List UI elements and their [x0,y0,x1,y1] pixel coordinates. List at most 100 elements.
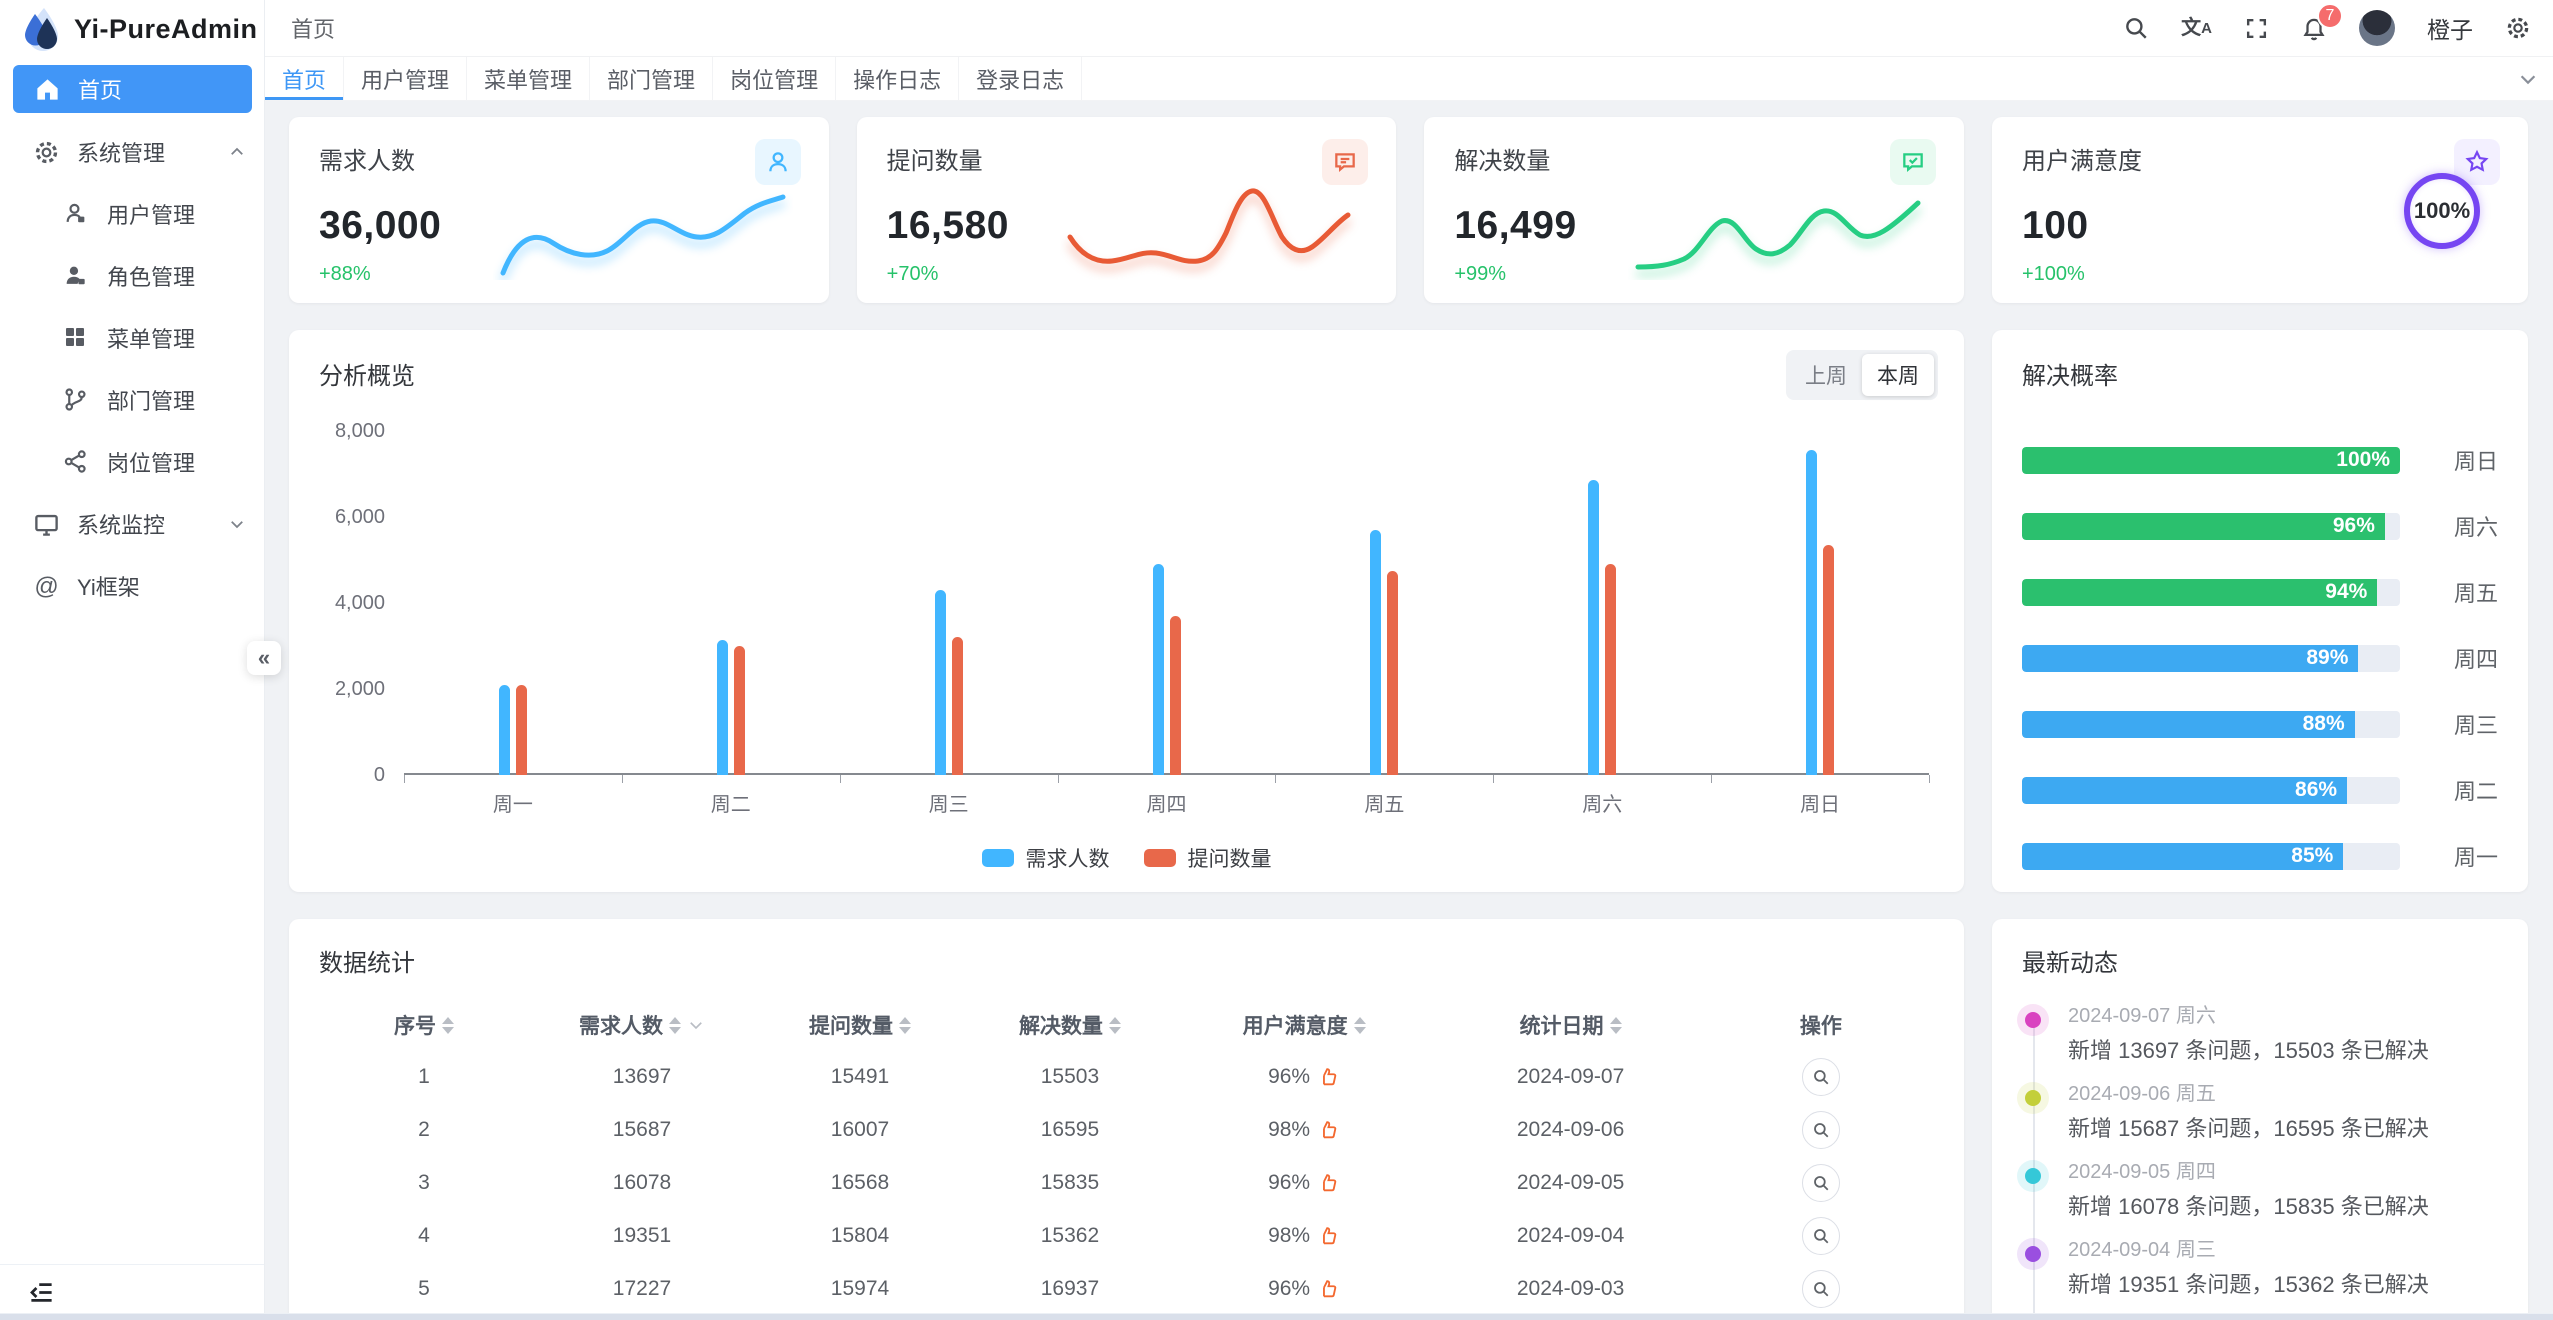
bar-提问数量[interactable] [1170,616,1181,775]
sidebar-item-menu-management[interactable]: 菜单管理 [0,307,264,369]
table-header-row: 序号 需求人数 提问数量 解决数量 用户满意度 统计日期 操作 [319,1000,1934,1050]
table-cell: 17227 [529,1277,755,1301]
sidebar-item-system-management[interactable]: 系统管理 [0,121,264,183]
last-week-button[interactable]: 上周 [1790,354,1862,396]
tab-operation-log[interactable]: 操作日志 [836,57,959,100]
view-detail-button[interactable] [1802,1058,1840,1096]
progress-percent-label: 85% [2291,844,2343,868]
latest-activity-card: 最新动态 2024-09-07 周六 新增 13697 条问题，15503 条已… [1992,919,2528,1320]
sort-icon[interactable] [1354,1017,1366,1034]
sort-icon[interactable] [1610,1017,1622,1034]
bar-提问数量[interactable] [952,637,963,775]
sidebar-collapse-button[interactable]: « [247,641,281,675]
sidebar-item-post-management[interactable]: 岗位管理 [0,431,264,493]
tab-user-management[interactable]: 用户管理 [344,57,467,100]
magnifier-icon [1812,1280,1830,1298]
bar-提问数量[interactable] [516,685,527,775]
avatar[interactable] [2359,10,2395,46]
sidebar-item-user-management[interactable]: 用户管理 [0,183,264,245]
view-detail-button[interactable] [1802,1164,1840,1202]
progress-day-label: 周四 [2426,642,2498,674]
y-axis-tick-label: 6,000 [319,506,385,529]
translate-icon[interactable]: 文A [2181,18,2212,38]
cell-value: 15687 [613,1118,671,1142]
table-cell: 2024-09-05 [1433,1171,1708,1195]
progress-percent-label: 100% [2336,448,2400,472]
logo[interactable]: Yi-PureAdmin [0,0,264,58]
sidebar-item-label: Yi框架 [77,570,140,602]
sidebar-item-department-management[interactable]: 部门管理 [0,369,264,431]
legend-swatch [982,849,1014,867]
table-title: 数据统计 [319,943,1934,978]
sidebar-item-yi-framework[interactable]: @ Yi框架 [0,555,264,617]
x-axis-category-label: 周五 [1340,788,1428,817]
table-cell-operation [1708,1164,1934,1202]
bar-需求人数[interactable] [717,640,728,775]
tab-home[interactable]: 首页 [265,57,344,100]
chevron-down-icon [228,515,246,533]
stat-cards-row: 需求人数 36,000 +88% 提问数量 [289,117,1964,303]
table-cell: 15804 [755,1224,965,1248]
table-cell: 16568 [755,1171,965,1195]
bar-提问数量[interactable] [1605,564,1616,775]
sort-icon[interactable] [1109,1017,1121,1034]
home-icon [34,76,61,103]
bar-需求人数[interactable] [1588,480,1599,775]
horizontal-scrollbar[interactable] [0,1313,2553,1320]
legend-item[interactable]: 提问数量 [1144,843,1272,873]
view-detail-button[interactable] [1802,1217,1840,1255]
sidebar-item-role-management[interactable]: 角色管理 [0,245,264,307]
sort-icon[interactable] [899,1017,911,1034]
fullscreen-icon[interactable] [2244,16,2269,41]
cell-value: 17227 [613,1277,671,1301]
view-detail-button[interactable] [1802,1270,1840,1308]
bar-提问数量[interactable] [734,646,745,775]
settings-gear-icon[interactable] [2505,15,2531,41]
tab-post-management[interactable]: 岗位管理 [713,57,836,100]
content-right-column: 用户满意度 100 +100% 100% 解决概率 100%周日96%周六94%… [1992,117,2528,1320]
bar-需求人数[interactable] [1370,530,1381,775]
notification-bell-icon[interactable]: 7 [2301,15,2327,41]
bar-需求人数[interactable] [1806,450,1817,775]
tab-department-management[interactable]: 部门管理 [590,57,713,100]
bar-需求人数[interactable] [1153,564,1164,775]
sort-icon[interactable] [669,1017,681,1034]
tab-menu-management[interactable]: 菜单管理 [467,57,590,100]
user-name[interactable]: 橙子 [2427,11,2473,45]
app-title: Yi-PureAdmin [74,14,258,45]
sort-icon[interactable] [442,1017,454,1034]
user-icon [63,201,90,228]
bar-需求人数[interactable] [499,685,510,775]
col-header-demand: 需求人数 [529,1010,755,1040]
table-cell: 15491 [755,1065,965,1089]
y-axis-tick-label: 0 [319,764,385,787]
menu-fold-icon[interactable] [28,1279,55,1306]
tab-login-log[interactable]: 登录日志 [959,57,1082,100]
main-area: 首页 文A 7 橙子 [265,0,2553,1320]
share-nodes-icon [63,449,90,476]
progress-fill: 89% [2022,645,2358,672]
bar-需求人数[interactable] [935,590,946,775]
x-axis-tick [840,775,841,783]
sidebar-item-home[interactable]: 首页 [13,65,252,113]
progress-track: 96% [2022,513,2400,540]
legend-item[interactable]: 需求人数 [982,843,1110,873]
bar-提问数量[interactable] [1823,545,1834,775]
bar-提问数量[interactable] [1387,571,1398,775]
table-cell: 16595 [965,1118,1175,1142]
y-axis-tick-label: 2,000 [319,678,385,701]
timeline-text: 新增 16078 条问题，15835 条已解决 [2068,1192,2498,1222]
x-axis-category-label: 周一 [469,788,557,817]
table-cell: 1 [319,1065,529,1089]
timeline-item: 2024-09-06 周五 新增 15687 条问题，16595 条已解决 [2068,1082,2498,1144]
branch-icon [63,387,90,414]
tab-more-chevron-down-icon[interactable] [2503,57,2553,100]
sidebar-item-system-monitor[interactable]: 系统监控 [0,493,264,555]
sidebar-footer [0,1264,264,1320]
this-week-button[interactable]: 本周 [1862,354,1934,396]
sidebar-menu: 首页 系统管理 用户管理 [0,58,264,1264]
view-detail-button[interactable] [1802,1111,1840,1149]
filter-chevron-down-icon[interactable] [687,1016,705,1034]
search-icon[interactable] [2123,15,2149,41]
sidebar-item-label: 岗位管理 [107,446,195,478]
